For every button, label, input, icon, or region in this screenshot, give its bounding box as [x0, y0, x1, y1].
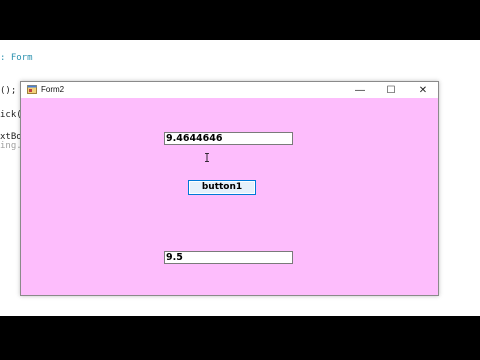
- textbox1[interactable]: 9.4644646: [164, 132, 293, 145]
- code-line: ick(: [0, 110, 22, 120]
- title-bar[interactable]: Form2 — ☐ ✕: [21, 82, 438, 98]
- code-line: ();: [0, 86, 17, 96]
- form2-window: Form2 — ☐ ✕ 9.4644646 button1 9.5: [20, 81, 439, 296]
- textbox2[interactable]: 9.5: [164, 251, 293, 264]
- text-cursor-icon: [205, 153, 209, 162]
- close-button[interactable]: ✕: [408, 82, 438, 98]
- minimize-icon: —: [355, 84, 365, 96]
- maximize-icon: ☐: [386, 84, 396, 96]
- code-line: : Form: [0, 53, 33, 63]
- minimize-button[interactable]: —: [345, 82, 375, 98]
- close-icon: ✕: [418, 84, 428, 96]
- code-line: ing.: [0, 141, 22, 151]
- button1[interactable]: button1: [188, 180, 256, 195]
- window-title: Form2: [41, 85, 65, 94]
- desktop: : Form (); ick( xtBo ing. Form2 — ☐ ✕ 9.…: [0, 40, 480, 316]
- form-client-area: 9.4644646 button1 9.5: [21, 98, 438, 295]
- form-app-icon: [27, 85, 37, 94]
- maximize-button[interactable]: ☐: [376, 82, 406, 98]
